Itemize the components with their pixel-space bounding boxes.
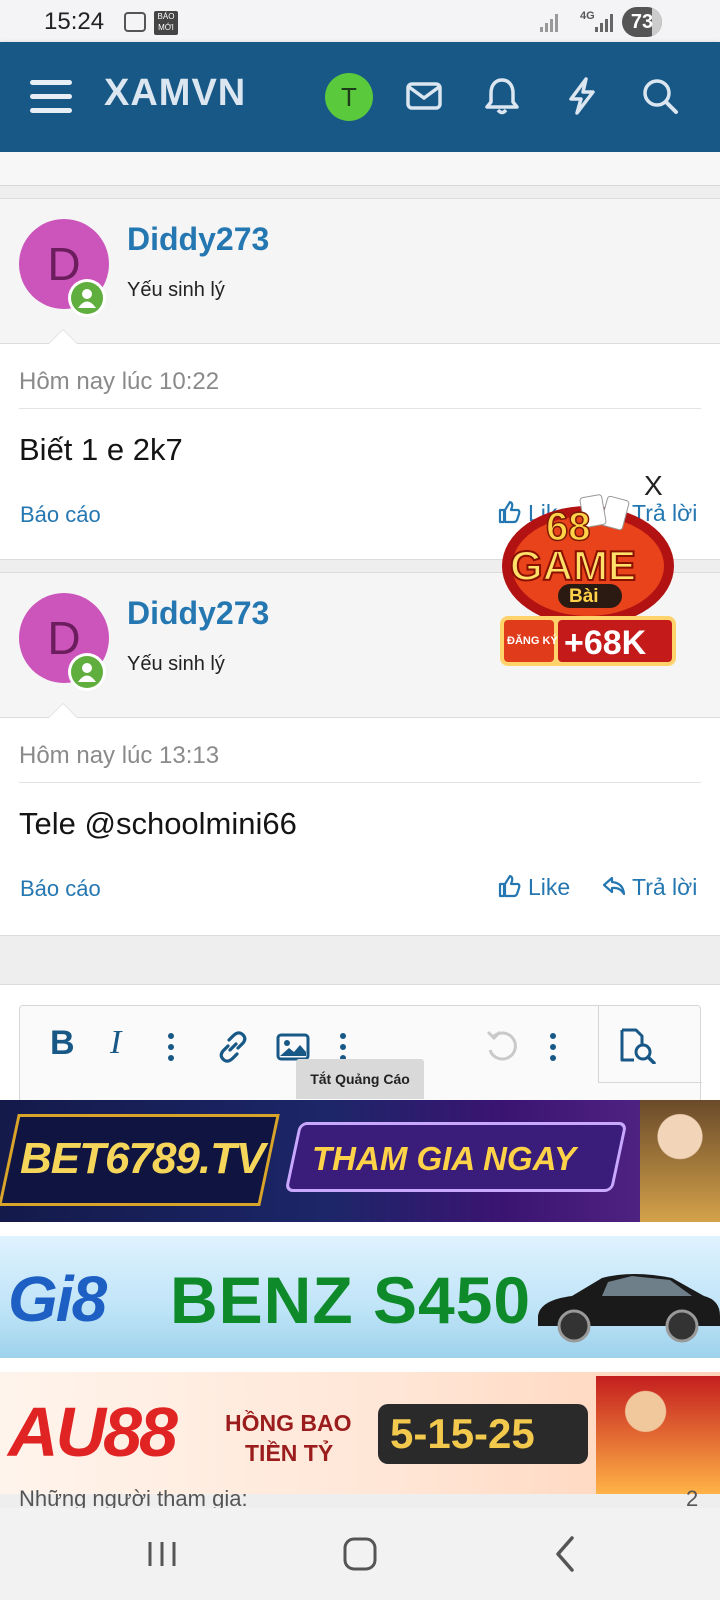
section-gap: [0, 936, 720, 984]
status-bar: 15:24 BÁO MỚI 4G 73: [0, 0, 720, 42]
more-icon[interactable]: [164, 1030, 178, 1064]
divider: [19, 408, 701, 409]
ad-promo: 5-15-25: [390, 1410, 535, 1457]
reply-button[interactable]: Trả lời: [602, 874, 697, 901]
reply-icon: [602, 876, 626, 896]
reply-label: Trả lời: [632, 874, 698, 900]
report-link[interactable]: Báo cáo: [20, 502, 101, 528]
toolbar-divider: [598, 1082, 702, 1083]
user-title: Yếu sinh lý: [127, 279, 225, 301]
thumbs-up-icon: [498, 874, 521, 898]
ad-gap: [0, 1222, 720, 1236]
content-top-strip: [0, 152, 720, 186]
site-logo[interactable]: XAMVN: [104, 72, 246, 115]
ad-logo: Gi8: [8, 1263, 107, 1335]
signal-icon: [540, 14, 562, 32]
username-link[interactable]: Diddy273: [127, 221, 269, 258]
back-icon[interactable]: [544, 1532, 588, 1576]
float-ad-bonus: +68K: [564, 624, 647, 662]
user-title: Yếu sinh lý: [127, 653, 225, 675]
post-body: Hôm nay lúc 13:13 Tele @schoolmini66 Báo…: [0, 718, 720, 936]
mail-icon[interactable]: [404, 76, 444, 116]
ad-banner[interactable]: BET6789.TV THAM GIA NGAY: [0, 1100, 720, 1222]
float-ad-subtitle: Bài: [569, 586, 599, 607]
online-status-icon: [68, 653, 106, 691]
ad-headline: BENZ S450: [170, 1263, 532, 1337]
floating-game-ad[interactable]: 68 GAME Bài ĐĂNG KÝ +68K: [494, 488, 682, 684]
username-link[interactable]: Diddy273: [127, 595, 269, 632]
undo-icon[interactable]: [484, 1028, 520, 1064]
like-button[interactable]: Like: [498, 874, 570, 901]
recent-apps-icon[interactable]: [140, 1532, 184, 1576]
bolt-icon[interactable]: [562, 76, 602, 116]
image-icon[interactable]: [276, 1032, 310, 1062]
ad-line: TIỀN TỶ: [245, 1440, 334, 1466]
ad-banner[interactable]: AU88 HỒNG BAO TIỀN TỶ 5-15-25: [0, 1372, 720, 1494]
news-app-icon: BÁO MỚI: [154, 11, 178, 35]
status-time: 15:24: [44, 8, 105, 35]
user-avatar[interactable]: T: [325, 73, 373, 121]
float-ad-title: GAME: [510, 542, 636, 589]
system-nav-bar: [0, 1508, 720, 1600]
signal-icon-2: [595, 14, 617, 32]
post-date[interactable]: Hôm nay lúc 10:22: [19, 368, 219, 396]
close-ads-button[interactable]: Tắt Quảng Cáo: [296, 1059, 424, 1099]
post-header: D Diddy273 Yếu sinh lý: [0, 198, 720, 344]
report-link[interactable]: Báo cáo: [20, 876, 101, 902]
post-message: Biết 1 e 2k7: [19, 432, 183, 467]
search-icon[interactable]: [640, 76, 680, 116]
network-type: 4G: [580, 10, 595, 22]
page: 15:24 BÁO MỚI 4G 73 XAMVN T D Diddy273 Y…: [0, 0, 720, 1600]
toolbar-divider: [598, 1006, 599, 1082]
screenshot-icon: [124, 12, 146, 32]
post-date[interactable]: Hôm nay lúc 13:13: [19, 742, 219, 770]
ad-model-image: [640, 1100, 720, 1222]
like-label: Like: [528, 874, 571, 900]
bell-icon[interactable]: [482, 76, 522, 116]
italic-button[interactable]: I: [110, 1024, 121, 1070]
post-message: Tele @schoolmini66: [19, 806, 297, 841]
home-icon[interactable]: [338, 1532, 382, 1576]
preview-icon[interactable]: [618, 1028, 658, 1064]
more-icon[interactable]: [546, 1030, 560, 1064]
ad-line: HỒNG BAO: [225, 1410, 352, 1436]
ad-cta: THAM GIA NGAY: [312, 1140, 576, 1177]
battery-indicator: 73: [622, 7, 662, 37]
ad-banner[interactable]: Gi8 BENZ S450: [0, 1236, 720, 1358]
ad-logo: AU88: [8, 1393, 178, 1471]
ad-gap: [0, 1358, 720, 1372]
float-ad-register: ĐĂNG KÝ: [507, 634, 558, 647]
site-header: XAMVN T: [0, 42, 720, 152]
menu-icon[interactable]: [30, 80, 72, 114]
online-status-icon: [68, 279, 106, 317]
link-icon[interactable]: [216, 1030, 250, 1064]
battery-level: 73: [630, 11, 654, 33]
car-image: [538, 1274, 720, 1343]
bold-button[interactable]: B: [50, 1024, 75, 1070]
ad-model-image: [596, 1376, 720, 1494]
post-pointer: [48, 329, 78, 344]
post-pointer: [48, 703, 78, 718]
divider: [19, 782, 701, 783]
ad-logo: BET6789.TV: [20, 1134, 265, 1183]
